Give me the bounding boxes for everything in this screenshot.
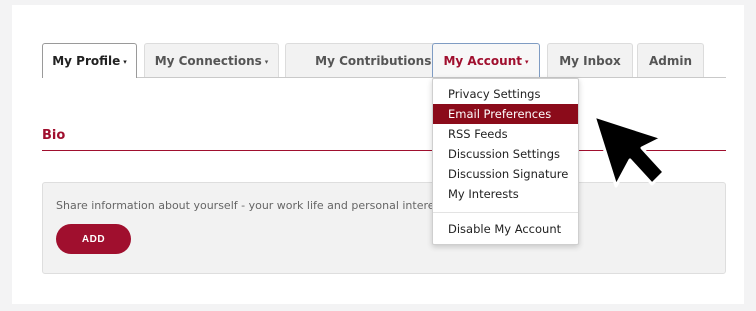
mouse-pointer-icon <box>592 114 666 188</box>
bio-prompt-text: Share information about yourself - your … <box>56 199 435 212</box>
menu-item-disable-my-account[interactable]: Disable My Account <box>433 219 578 239</box>
tab-label: My Account <box>443 53 522 68</box>
caret-down-icon: ▾ <box>264 57 269 66</box>
menu-item-my-interests[interactable]: My Interests <box>433 184 578 204</box>
menu-item-email-preferences[interactable]: Email Preferences <box>433 104 578 124</box>
tab-my-connections[interactable]: My Connections ▾ <box>144 43 279 77</box>
caret-down-icon: ▾ <box>525 57 529 66</box>
tab-my-profile[interactable]: My Profile ▾ <box>42 43 137 78</box>
tab-label: My Contributions <box>315 53 432 68</box>
tab-label: My Inbox <box>559 53 621 68</box>
caret-down-icon: ▾ <box>123 58 127 66</box>
menu-item-rss-feeds[interactable]: RSS Feeds <box>433 124 578 144</box>
tab-my-account[interactable]: My Account ▾ <box>432 43 540 77</box>
menu-divider <box>433 212 578 213</box>
menu-item-privacy-settings[interactable]: Privacy Settings <box>433 84 578 104</box>
tab-label: My Connections <box>154 53 262 68</box>
add-bio-button[interactable]: ADD <box>56 224 131 254</box>
bio-box: Share information about yourself - your … <box>42 182 726 274</box>
tab-label: My Profile <box>52 54 121 68</box>
tab-label: Admin <box>648 53 693 68</box>
my-account-dropdown-menu: Privacy Settings Email Preferences RSS F… <box>432 78 579 245</box>
profile-tabs: My Profile ▾ My Connections ▾ My Contribut… <box>42 43 726 78</box>
menu-item-discussion-signature[interactable]: Discussion Signature <box>433 164 578 184</box>
tab-admin[interactable]: Admin <box>637 43 704 77</box>
bio-section-title: Bio <box>42 128 66 143</box>
tab-my-inbox[interactable]: My Inbox <box>547 43 633 77</box>
menu-item-discussion-settings[interactable]: Discussion Settings <box>433 144 578 164</box>
tabs-divider <box>42 77 726 78</box>
